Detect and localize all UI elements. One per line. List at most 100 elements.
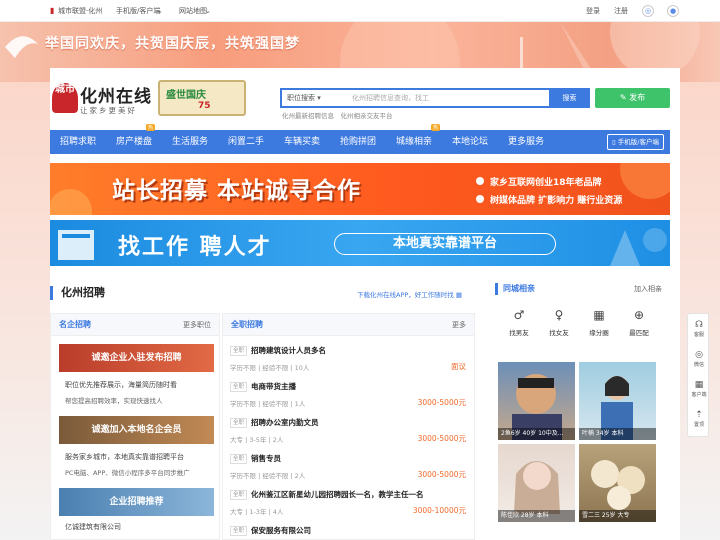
nav-item-services[interactable]: 生活服务	[172, 130, 208, 154]
job-salary: 面议	[451, 362, 466, 371]
nav-item-vehicles[interactable]: 车辆买卖	[284, 130, 320, 154]
qrcode-icon: ▦	[455, 291, 463, 299]
post-button[interactable]: ✎ 发布	[595, 88, 670, 108]
find-girlfriend-link[interactable]: ♀ 找女友	[539, 308, 579, 337]
logo-name: 化州在线	[80, 87, 152, 107]
search-button[interactable]: 搜索	[549, 88, 590, 108]
job-meta: 学历不限 | 经验不限 | 10人	[230, 364, 310, 372]
nav-item-secondhand[interactable]: 闲置二手	[228, 130, 264, 154]
edit-icon: ✎	[619, 93, 630, 102]
sitemap-link[interactable]: 网站地图	[179, 0, 207, 22]
job-salary: 3000-5000元	[417, 470, 466, 479]
job-meta: 学历不限 | 经验不限 | 1人	[230, 400, 306, 408]
app-download-link[interactable]: 下载化州在线APP，好工作随时找 ▦	[357, 289, 462, 299]
jobs-title: 全职招聘	[231, 320, 263, 329]
promo-number: 75	[198, 101, 211, 111]
job-title[interactable]: 销售专员	[251, 453, 281, 464]
client-app-button[interactable]: ▦ 客户端	[688, 380, 710, 398]
hero-slogan: 举国同欢庆，共贺国庆辰，共筑强国梦	[45, 36, 300, 52]
nav-item-forum[interactable]: 本地论坛	[452, 130, 488, 154]
profile-caption: 2鱼6岁 40岁 10中及...	[498, 428, 575, 440]
city-switch[interactable]: 城市联盟·化州	[58, 0, 102, 22]
wechat-icon: ◎	[695, 350, 703, 360]
promo-card-1[interactable]: 诚邀企业入驻发布招聘	[59, 344, 214, 372]
famous-more-link[interactable]: 更多职位	[183, 314, 211, 336]
webmaster-recruit-banner[interactable]: 站长招募 本站诚寻合作 家乡互联网创业18年老品牌 树媒体品牌 扩影响力 赚行业…	[50, 163, 670, 215]
nav-item-dating[interactable]: 城缘相亲	[396, 130, 432, 154]
nav-item-jobs[interactable]: 招聘求职	[60, 130, 96, 154]
profile-card[interactable]: 雪二三 25岁 大专	[579, 444, 656, 522]
banner1-line2: 树媒体品牌 扩影响力 赚行业资源	[490, 196, 623, 206]
left-backdrop	[0, 82, 50, 540]
target-icon: ⊕	[633, 308, 645, 322]
float-label: 客服	[693, 332, 704, 338]
job-title[interactable]: 化州鉴江区新星幼儿园招聘园长一名，教学主任一名	[251, 489, 424, 500]
qrcode-icon: ▦	[694, 380, 704, 390]
grid-icon: ▦	[593, 308, 605, 322]
hot-badge: 热	[146, 124, 156, 131]
section-title: 化州招聘	[50, 286, 105, 300]
fate-circle-link[interactable]: ▦ 缘分圈	[579, 308, 619, 337]
job-meta: 学历不限 | 经验不限 | 2人	[230, 472, 306, 480]
quick-label: 最匹配	[629, 329, 649, 337]
post-button-label: 发布	[629, 93, 646, 102]
nav-app-link[interactable]: ▯ 手机版/客户端	[607, 134, 664, 150]
user-icon: ♀	[554, 308, 564, 322]
chevron-down-icon: ⌄	[157, 7, 163, 15]
nav-item-housing[interactable]: 房产楼盘	[116, 130, 152, 154]
profile-card[interactable]: 叶楠 34岁 本科	[579, 362, 656, 440]
quick-label: 缘分圈	[589, 329, 609, 337]
fulltime-tag: 全职	[230, 490, 248, 500]
nav-item-groupbuy[interactable]: 抢购拼团	[340, 130, 376, 154]
job-salary: 3000-5000元	[417, 434, 466, 443]
banner2-pill: 本地真实靠谱平台	[334, 233, 556, 255]
hot-searches[interactable]: 化州最新招聘信息 化州相亲交友平台	[282, 110, 393, 120]
float-label: 客户端	[691, 392, 707, 398]
jobs-more-link[interactable]: 更多	[452, 314, 466, 336]
qq-login-icon[interactable]: ●	[667, 5, 679, 17]
promo-card-3[interactable]: 企业招聘推荐	[59, 488, 214, 516]
nav-item-more[interactable]: 更多服务	[508, 130, 544, 154]
job-title[interactable]: 保安服务有限公司	[251, 525, 311, 536]
national-day-promo[interactable]: 盛世国庆 75	[158, 80, 246, 116]
quick-label: 找男友	[509, 329, 529, 337]
customer-service-button[interactable]: ☊ 客服	[688, 320, 710, 338]
search-input[interactable]: 化州招聘信息查询，找工作，就上化州在线	[352, 90, 429, 168]
job-meta: 大专 | 3-5年 | 2人	[230, 436, 284, 444]
profile-caption: 雪二三 25岁 大专	[579, 510, 656, 522]
fulltime-jobs-panel: 全职招聘 更多 全职 招聘建筑设计人员多名 学历不限 | 经验不限 | 10人 …	[222, 313, 475, 540]
job-platform-banner[interactable]: 找工作 聘人才 本地真实靠谱平台	[50, 220, 670, 266]
promo-text-2b: PC电脑、APP、微信小程序多平台同步推广	[65, 469, 190, 477]
dating-title: 同城相亲	[495, 283, 535, 295]
job-title[interactable]: 电商带货主播	[251, 381, 296, 392]
promo-text-2a: 服务家乡城市，本地真实靠谱招聘平台	[65, 453, 184, 461]
register-link[interactable]: 注册	[614, 0, 628, 22]
find-boyfriend-link[interactable]: ♂ 找男友	[499, 308, 539, 337]
mobile-link[interactable]: 手机版/客户端	[116, 0, 160, 22]
wechat-login-icon[interactable]: ◎	[642, 5, 654, 17]
panel-header: 全职招聘 更多	[223, 314, 474, 336]
hot-badge: 热	[431, 124, 441, 131]
chevron-down-icon: ⌄	[205, 7, 211, 15]
logo-subtitle: 让家乡更美好	[80, 106, 137, 115]
best-match-link[interactable]: ⊕ 最匹配	[619, 308, 659, 337]
promo-title: 盛世国庆	[166, 90, 206, 101]
login-link[interactable]: 登录	[586, 0, 600, 22]
job-salary: 3000-10000元	[412, 506, 466, 515]
promo-card-2[interactable]: 诚邀加入本地名企会员	[59, 416, 214, 444]
quick-label: 找女友	[549, 329, 569, 337]
fulltime-tag: 全职	[230, 418, 248, 428]
search-category-select[interactable]: 职位搜索 ▾	[287, 90, 321, 106]
profile-card[interactable]: 陈佳欣 28岁 本科	[498, 444, 575, 522]
panel-header: 名企招聘 更多职位	[51, 314, 219, 336]
wechat-button[interactable]: ◎ 微信	[688, 350, 710, 368]
profile-card[interactable]: 2鱼6岁 40岁 10中及...	[498, 362, 575, 440]
job-title[interactable]: 招聘办公室内勤文员	[251, 417, 319, 428]
back-to-top-button[interactable]: ⇡ 置顶	[688, 410, 710, 428]
company-name[interactable]: 亿诚建筑有限公司	[65, 522, 121, 532]
job-title[interactable]: 招聘建筑设计人员多名	[251, 345, 326, 356]
headset-icon: ☊	[695, 320, 703, 330]
profile-caption: 陈佳欣 28岁 本科	[498, 510, 575, 522]
join-dating-link[interactable]: 加入相亲	[634, 284, 662, 294]
main-nav: 招聘求职 房产楼盘 生活服务 闲置二手 车辆买卖 抢购拼团 城缘相亲 本地论坛 …	[50, 124, 670, 154]
